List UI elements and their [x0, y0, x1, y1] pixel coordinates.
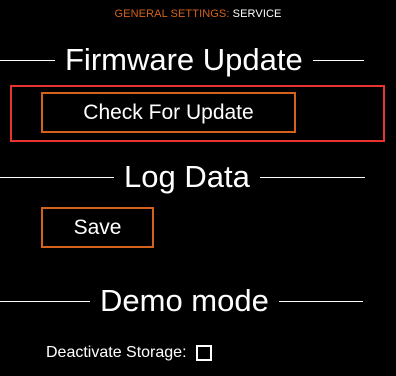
header-divider-right — [312, 59, 364, 61]
save-log-button[interactable]: Save — [41, 207, 154, 248]
deactivate-storage-row: Deactivate Storage: — [46, 341, 212, 365]
firmware-update-title: Firmware Update — [65, 42, 303, 77]
header-divider-right — [259, 176, 365, 178]
header-divider-right — [278, 300, 363, 302]
breadcrumb-current: SERVICE — [229, 8, 282, 20]
breadcrumb-parent: GENERAL SETTINGS: — [114, 8, 230, 20]
breadcrumb: GENERAL SETTINGS: SERVICE — [0, 8, 396, 20]
deactivate-storage-checkbox[interactable] — [195, 345, 212, 361]
check-for-update-button[interactable]: Check For Update — [41, 92, 296, 133]
log-data-title: Log Data — [124, 159, 250, 194]
deactivate-storage-label: Deactivate Storage: — [46, 344, 187, 361]
header-divider-left — [0, 59, 55, 61]
header-divider-left — [0, 300, 90, 302]
demo-mode-header: Demo mode — [0, 281, 396, 321]
firmware-update-header: Firmware Update — [0, 40, 396, 80]
header-divider-left — [0, 176, 114, 178]
demo-mode-title: Demo mode — [100, 283, 269, 318]
log-data-header: Log Data — [0, 157, 396, 197]
